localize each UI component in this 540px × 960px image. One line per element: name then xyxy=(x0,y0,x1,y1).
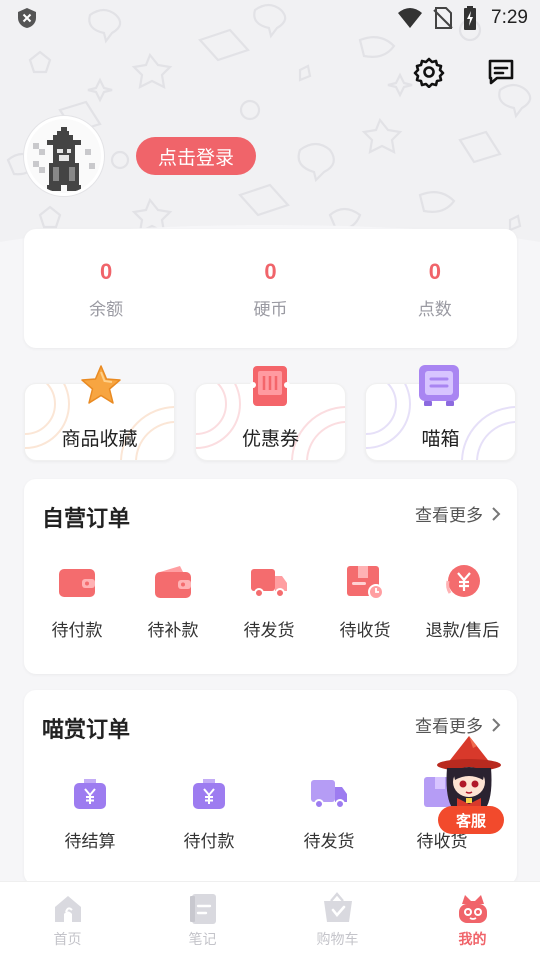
stat-value: 0 xyxy=(428,259,441,284)
cart-icon xyxy=(323,892,352,922)
order-status-label: 待付款 xyxy=(183,832,235,852)
order-status-row: 待付款 待补款 待发货 待收货 退款/售后 xyxy=(24,562,517,641)
home-icon xyxy=(54,896,81,922)
battery-charging-icon xyxy=(464,6,477,30)
avatar[interactable] xyxy=(24,116,104,196)
status-bar: 7:29 xyxy=(0,0,540,36)
stat-label: 余额 xyxy=(89,300,124,320)
order-pending-receipt[interactable]: 待收货 xyxy=(322,562,408,641)
settings-gear-icon xyxy=(413,57,445,88)
view-more-label: 查看更多 xyxy=(415,506,483,526)
no-sim-icon xyxy=(433,7,453,29)
order-status-label: 待发货 xyxy=(303,832,355,852)
order-status-label: 待收货 xyxy=(339,621,391,641)
chevron-right-icon xyxy=(492,506,501,521)
ticket-icon xyxy=(250,366,290,406)
tab-home[interactable]: 首页 xyxy=(0,882,135,960)
star-icon xyxy=(81,365,121,404)
truck-icon xyxy=(251,569,287,598)
order-status-label: 待补款 xyxy=(147,621,199,641)
header-actions xyxy=(412,55,518,89)
settings-button[interactable] xyxy=(412,55,446,89)
tab-label: 我的 xyxy=(458,932,487,948)
status-icons: 7:29 xyxy=(397,6,528,30)
quick-link-label: 优惠券 xyxy=(241,428,299,450)
section-title: 喵赏订单 xyxy=(42,718,131,743)
status-time: 7:29 xyxy=(491,7,528,28)
quick-link-label: 商品收藏 xyxy=(61,428,138,450)
stat-value: 0 xyxy=(264,259,277,284)
stat-coins[interactable]: 0 硬币 xyxy=(188,229,352,348)
stat-label: 硬币 xyxy=(253,300,288,320)
witch-mascot-icon xyxy=(437,736,501,812)
reward-pending-shipment[interactable]: 待发货 xyxy=(262,773,396,852)
reward-pending-settlement[interactable]: 待结算 xyxy=(24,773,156,852)
wifi-icon xyxy=(398,8,423,28)
tab-notes[interactable]: 笔记 xyxy=(135,882,270,960)
reward-pending-payment[interactable]: 待付款 xyxy=(156,773,262,852)
message-icon xyxy=(488,59,514,85)
order-pending-balance[interactable]: 待补款 xyxy=(130,562,216,641)
bag-yen-icon xyxy=(74,779,106,809)
stat-points[interactable]: 0 点数 xyxy=(353,229,517,348)
box-icon xyxy=(419,365,459,406)
pixel-witch-avatar-icon xyxy=(27,119,101,193)
stat-balance[interactable]: 0 余额 xyxy=(24,229,188,348)
tab-label: 笔记 xyxy=(188,932,217,948)
messages-button[interactable] xyxy=(484,55,518,89)
chevron-right-icon xyxy=(492,717,501,732)
login-button[interactable]: 点击登录 xyxy=(136,137,256,175)
order-pending-shipment[interactable]: 待发货 xyxy=(216,562,322,641)
tab-label: 购物车 xyxy=(316,932,359,948)
stat-value: 0 xyxy=(100,259,113,284)
shield-icon xyxy=(18,8,36,28)
package-icon xyxy=(347,566,384,600)
wallet-stats-card: 0 余额 0 硬币 0 点数 xyxy=(24,229,517,348)
wallet-open-icon xyxy=(155,566,191,598)
tab-label: 首页 xyxy=(53,932,82,948)
order-status-label: 待发货 xyxy=(243,621,295,641)
quick-link-label: 喵箱 xyxy=(421,428,460,450)
bottom-tab-bar: 首页 笔记 购物车 我的 xyxy=(0,881,540,960)
view-more-link[interactable]: 查看更多 xyxy=(415,501,501,526)
me-icon xyxy=(458,895,487,923)
customer-service-badge[interactable]: 客服 xyxy=(438,806,504,834)
order-status-label: 待付款 xyxy=(51,621,103,641)
note-icon xyxy=(189,894,216,924)
order-pending-payment[interactable]: 待付款 xyxy=(24,562,130,641)
truck-icon xyxy=(311,780,347,809)
wallet-icon xyxy=(59,569,95,597)
tab-me[interactable]: 我的 xyxy=(405,882,540,960)
refund-yen-icon xyxy=(445,565,480,597)
section-title: 自营订单 xyxy=(42,507,131,532)
self-orders-card: 自营订单 查看更多 待付款 待补款 待发货 待收货 退款/售后 xyxy=(24,479,517,674)
bag-yen-icon xyxy=(193,779,225,809)
order-refund-aftersales[interactable]: 退款/售后 xyxy=(408,562,517,641)
order-status-label: 待结算 xyxy=(64,832,116,852)
tab-cart[interactable]: 购物车 xyxy=(270,882,405,960)
order-status-label: 退款/售后 xyxy=(425,621,500,641)
stat-label: 点数 xyxy=(417,300,452,320)
